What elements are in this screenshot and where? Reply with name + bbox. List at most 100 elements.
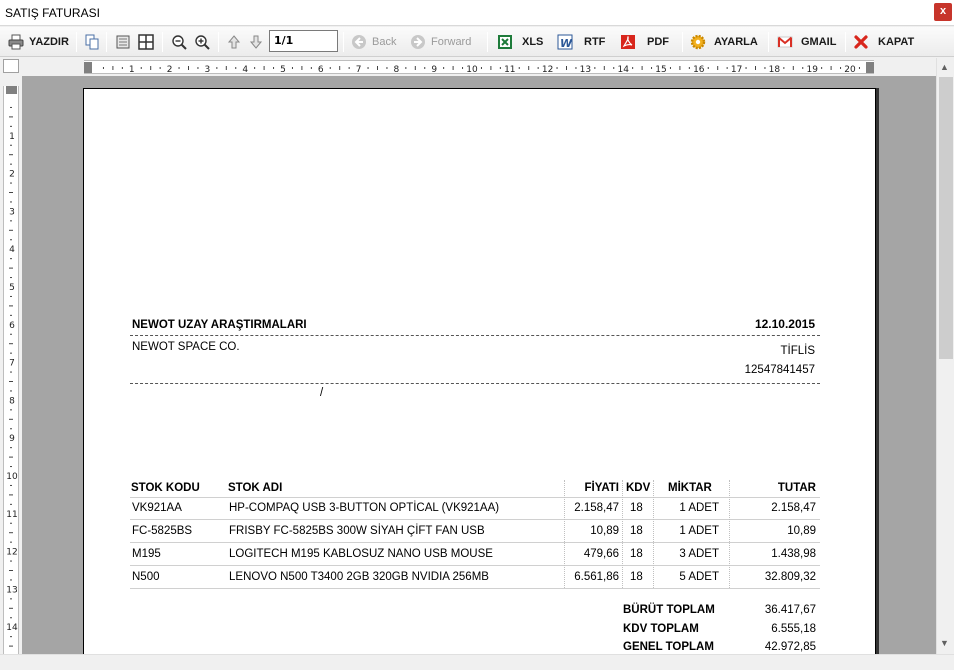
export-xls-button[interactable]: XLS — [497, 30, 543, 54]
ruler-label: 2 — [167, 65, 173, 74]
window-title: SATIŞ FATURASI — [5, 6, 100, 20]
scroll-down-icon[interactable]: ▼ — [940, 638, 949, 648]
toolbar-separator — [162, 32, 163, 52]
col-stock-name: STOK ADI — [228, 482, 283, 494]
ruler-label: 9 — [431, 65, 437, 74]
row-divider — [130, 565, 820, 566]
ruler-margin-marker — [84, 62, 92, 73]
row-total: 2.158,47 — [771, 502, 816, 514]
col-price: FİYATI — [584, 482, 619, 494]
close-report-button[interactable]: KAPAT — [853, 30, 914, 54]
ruler-margin-marker — [866, 62, 874, 73]
previous-page-button[interactable] — [226, 30, 247, 54]
grand-total-value: 42.972,85 — [764, 641, 816, 653]
row-name: FRISBY FC-5825BS 300W SİYAH ÇİFT FAN USB — [229, 525, 485, 537]
row-quantity: 1 ADET — [679, 502, 719, 514]
ruler-label: 8 — [9, 396, 15, 406]
row-quantity: 1 ADET — [679, 525, 719, 537]
scroll-thumb[interactable] — [939, 77, 953, 359]
gross-total-label: BÜRÜT TOPLAM — [623, 604, 715, 616]
back-button[interactable]: Back — [351, 30, 396, 54]
column-separator — [729, 480, 730, 588]
export-pdf-button[interactable]: PDF — [620, 30, 669, 54]
company-name: NEWOT UZAY ARAŞTIRMALARI — [132, 319, 307, 331]
gross-total-value: 36.417,67 — [764, 604, 816, 616]
ruler-label: 12 — [542, 65, 553, 74]
pdf-label: PDF — [647, 36, 669, 48]
grid-icon — [138, 34, 154, 50]
col-stock-code: STOK KODU — [131, 482, 200, 494]
arrow-up-icon — [226, 34, 242, 50]
ruler-label: 16 — [693, 65, 705, 74]
ruler-label: 19 — [806, 65, 818, 74]
ruler-label: 5 — [9, 283, 15, 293]
print-button[interactable]: YAZDIR — [8, 30, 69, 54]
gmail-button[interactable]: GMAIL — [777, 30, 836, 54]
row-code: FC-5825BS — [132, 525, 193, 537]
row-vat: 18 — [630, 548, 643, 560]
ruler-label: 13 — [6, 585, 17, 595]
row-quantity: 5 ADET — [679, 571, 719, 583]
ruler-label: 14 — [6, 623, 18, 633]
tax-number: 12547841457 — [744, 364, 815, 376]
zoom-in-icon — [194, 34, 210, 50]
close-report-label: KAPAT — [878, 36, 915, 48]
column-separator — [564, 480, 565, 588]
row-name: LENOVO N500 T3400 2GB 320GB NVIDIA 256MB — [229, 571, 489, 583]
word-icon: W — [557, 34, 573, 50]
page-number-input[interactable]: 1/1 — [269, 30, 338, 52]
next-page-button[interactable] — [248, 30, 269, 54]
row-vat: 18 — [630, 571, 643, 583]
vertical-ruler: 1234567891011121314 — [3, 86, 19, 661]
forward-arrow-icon — [410, 34, 426, 50]
ruler-label: 1 — [9, 132, 15, 142]
ruler-label: 2 — [9, 170, 15, 180]
row-divider — [130, 588, 820, 589]
horizontal-scrollbar[interactable] — [0, 654, 954, 670]
preview-workspace[interactable]: NEWOT UZAY ARAŞTIRMALARI 12.10.2015 NEWO… — [22, 76, 936, 654]
row-total: 1.438,98 — [771, 548, 816, 560]
vertical-scrollbar[interactable]: ▲ ▼ — [936, 58, 954, 654]
ruler-label: 10 — [6, 472, 18, 482]
horizontal-ruler: 1 2 3 4 5 6 7 8 9 10 11 12 13 14 15 16 17 18 19 20 — [84, 60, 874, 74]
ruler-label: 11 — [6, 510, 17, 520]
window-close-button[interactable]: x — [934, 3, 952, 21]
zoom-out-icon — [171, 34, 187, 50]
row-vat: 18 — [630, 525, 643, 537]
report-page: NEWOT UZAY ARAŞTIRMALARI 12.10.2015 NEWO… — [83, 88, 876, 654]
single-page-icon — [115, 34, 131, 50]
scroll-up-icon[interactable]: ▲ — [940, 62, 949, 72]
divider — [130, 335, 820, 336]
row-total: 10,89 — [787, 525, 816, 537]
multi-page-button[interactable] — [138, 30, 159, 54]
settings-button[interactable]: AYARLA — [690, 30, 758, 54]
back-label: Back — [372, 36, 397, 48]
forward-button[interactable]: Forward — [410, 30, 471, 54]
ruler-label: 3 — [9, 207, 15, 217]
ruler-corner — [3, 59, 19, 73]
zoom-in-button[interactable] — [194, 30, 215, 54]
gear-icon — [690, 34, 706, 50]
copy-button[interactable] — [84, 30, 105, 54]
ruler-label: 7 — [356, 65, 362, 74]
row-quantity: 3 ADET — [679, 548, 719, 560]
row-divider — [130, 542, 820, 543]
ruler-label: 20 — [844, 65, 856, 74]
ruler-label: 4 — [242, 65, 248, 74]
single-page-button[interactable] — [115, 30, 136, 54]
ruler-label: 1 — [129, 65, 135, 74]
zoom-out-button[interactable] — [171, 30, 192, 54]
export-rtf-button[interactable]: W RTF — [557, 30, 605, 54]
row-code: N500 — [132, 571, 160, 583]
excel-icon — [497, 34, 513, 50]
toolbar-separator — [343, 32, 344, 52]
column-separator — [653, 480, 654, 588]
report-toolbar: YAZDIR 1/1 Back Forward XLS W RTF PDF AY… — [0, 27, 954, 57]
ruler-label: 17 — [731, 65, 742, 74]
toolbar-separator — [106, 32, 107, 52]
row-total: 32.809,32 — [764, 571, 816, 583]
toolbar-separator — [768, 32, 769, 52]
copy-icon — [84, 34, 100, 50]
pdf-icon — [620, 34, 636, 50]
row-vat: 18 — [630, 502, 643, 514]
